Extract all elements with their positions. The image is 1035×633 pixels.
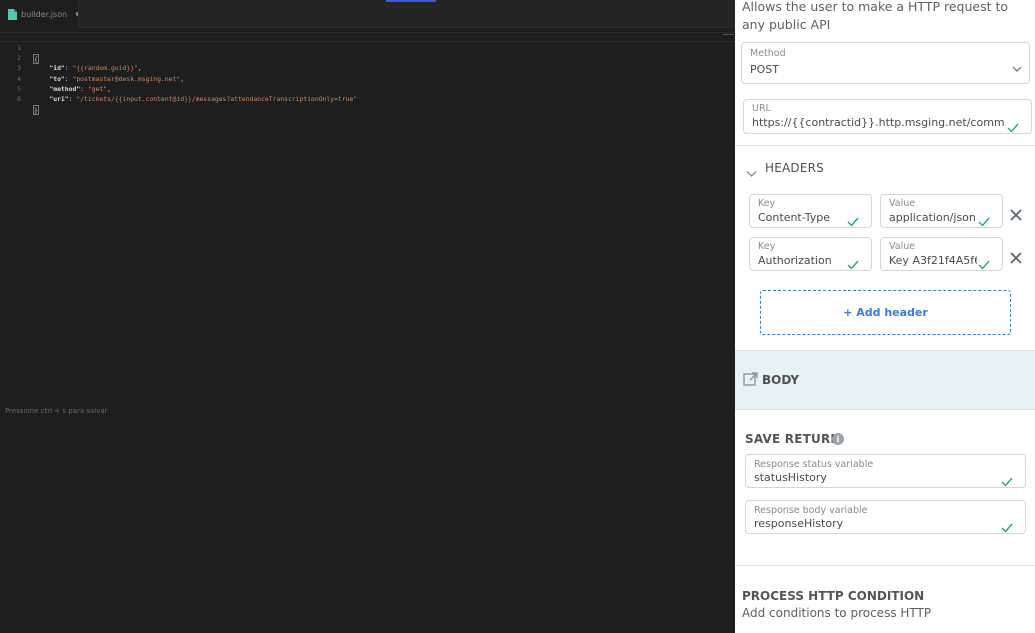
code-line: 4 "method": "get", (17, 74, 111, 93)
code-area[interactable]: 1 { 2 "id": "{{random.guid}}", 3 "to": "… (0, 32, 735, 115)
process-http-condition-subtitle: Add conditions to process HTTP (742, 606, 932, 620)
unsaved-dot-icon[interactable] (76, 12, 78, 16)
code-line: 3 "to": "postmaster@desk.msging.net", (17, 64, 185, 83)
code-line: 2 "id": "{{random.guid}}", (17, 53, 142, 73)
url-value: https://{{contractid}}.http.msging.net/c… (752, 116, 1004, 129)
method-select[interactable]: Method POST (741, 42, 1030, 84)
header-value-field[interactable]: Value application/json (880, 194, 1003, 228)
code-editor[interactable]: builder.json 1 { 2 "id": "{{random.guid}… (0, 0, 735, 633)
divider (735, 145, 1035, 146)
check-icon (847, 255, 859, 270)
remove-header-close-icon[interactable] (1009, 207, 1023, 221)
add-header-button[interactable]: + Add header (760, 290, 1011, 335)
divider (735, 409, 1035, 410)
divider (735, 565, 1035, 566)
check-icon (847, 212, 859, 227)
body-section[interactable]: BODY (735, 351, 1035, 409)
file-icon (8, 8, 17, 20)
header-value-field[interactable]: Value Key A3f21f4A5f6 (880, 237, 1003, 271)
process-http-condition-title: PROCESS HTTP CONDITION (742, 589, 925, 603)
external-link-icon[interactable] (743, 372, 758, 391)
panel-description: Allows the user to make a HTTP request t… (742, 0, 1009, 32)
check-icon (1007, 118, 1019, 133)
check-icon (978, 255, 990, 270)
header-key-field[interactable]: Key Content-Type (749, 194, 872, 228)
tab-label: builder.json (21, 9, 68, 19)
check-icon (1001, 518, 1013, 533)
header-key-field[interactable]: Key Authorization (749, 237, 872, 271)
check-icon (978, 212, 990, 227)
response-body-field[interactable]: Response body variable responseHistory (745, 500, 1026, 534)
code-line: 5 "uri": "/tickets/{{input.content@id}}/… (17, 85, 358, 104)
save-hint: Pressione ctrl + s para salvar (5, 407, 108, 415)
save-return-title: SAVE RETURN (745, 432, 841, 446)
http-request-panel: Allows the user to make a HTTP request t… (735, 0, 1035, 633)
method-label: Method (750, 48, 786, 59)
url-field[interactable]: URL https://{{contractid}}.http.msging.n… (743, 99, 1032, 134)
info-icon[interactable]: i (832, 433, 844, 445)
code-line: 1 { (0, 32, 735, 64)
remove-header-close-icon[interactable] (1009, 250, 1023, 264)
headers-title[interactable]: HEADERS (765, 161, 824, 175)
chevron-down-icon[interactable] (1012, 58, 1022, 77)
minimap[interactable] (723, 34, 734, 37)
code-line: 6 } (17, 95, 39, 115)
tab-builder-json[interactable]: builder.json (0, 0, 79, 28)
check-icon (1001, 472, 1013, 487)
url-label: URL (752, 103, 771, 114)
loading-indicator (386, 0, 436, 2)
response-status-field[interactable]: Response status variable statusHistory (745, 454, 1026, 488)
method-value: POST (750, 63, 779, 76)
chevron-down-icon[interactable] (746, 163, 757, 182)
editor-tabbar: builder.json (0, 0, 735, 28)
body-title: BODY (762, 373, 800, 387)
